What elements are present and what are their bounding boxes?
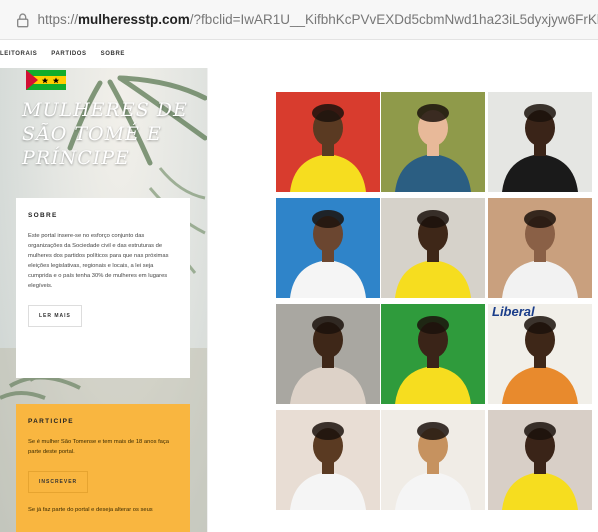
nav-item-partidos[interactable]: PARTIDOS	[51, 51, 86, 57]
gallery-photo[interactable]	[381, 410, 485, 510]
nav-item-sobre[interactable]: SOBRE	[101, 51, 125, 57]
gallery-photo[interactable]	[381, 198, 485, 298]
photo-gallery: Liberal	[207, 68, 598, 532]
ler-mais-button[interactable]: LER MAIS	[28, 305, 82, 327]
flag-sao-tome-icon	[26, 70, 66, 90]
nav-item-leitorais[interactable]: LEITORAIS	[0, 51, 37, 57]
participe-footer-text: Se já faz parte do portal e deseja alter…	[28, 507, 153, 513]
gallery-photo[interactable]	[381, 304, 485, 404]
gallery-photo[interactable]	[276, 92, 380, 192]
lock-icon	[17, 13, 29, 27]
gallery-photo[interactable]	[488, 410, 592, 510]
gallery-photo[interactable]	[488, 92, 592, 192]
inscrever-button[interactable]: INSCREVER	[28, 471, 89, 493]
url-text[interactable]: https://mulheresstp.com/?fbclid=IwAR1U__…	[37, 12, 598, 27]
participe-heading: PARTICIPE	[28, 418, 74, 425]
gallery-photo[interactable]	[381, 92, 485, 192]
participe-text: Se é mulher São Tomense e tem mais de 18…	[28, 439, 170, 455]
site-nav: LEITORAIS PARTIDOS SOBRE	[0, 40, 598, 69]
gallery-photo[interactable]	[276, 410, 380, 510]
sobre-card: SOBRE Este portal insere-se no esforço c…	[16, 198, 190, 378]
gallery-photo[interactable]	[488, 198, 592, 298]
gallery-photo[interactable]: Liberal	[488, 304, 592, 404]
hero-sidebar: MULHERES DE SÃO TOMÉ E PRÍNCIPE SOBRE Es…	[0, 68, 207, 532]
site-title: MULHERES DE SÃO TOMÉ E PRÍNCIPE	[22, 99, 188, 169]
sobre-text: Este portal insere-se no esforço conjunt…	[28, 233, 169, 289]
address-bar[interactable]: https://mulheresstp.com/?fbclid=IwAR1U__…	[0, 0, 598, 40]
sobre-heading: SOBRE	[28, 212, 58, 219]
party-banner-text: Liberal	[492, 304, 535, 319]
gallery-photo[interactable]	[276, 304, 380, 404]
browser-window: https://mulheresstp.com/?fbclid=IwAR1U__…	[0, 0, 598, 532]
participe-card: PARTICIPE Se é mulher São Tomense e tem …	[16, 404, 190, 532]
gallery-photo[interactable]	[276, 198, 380, 298]
